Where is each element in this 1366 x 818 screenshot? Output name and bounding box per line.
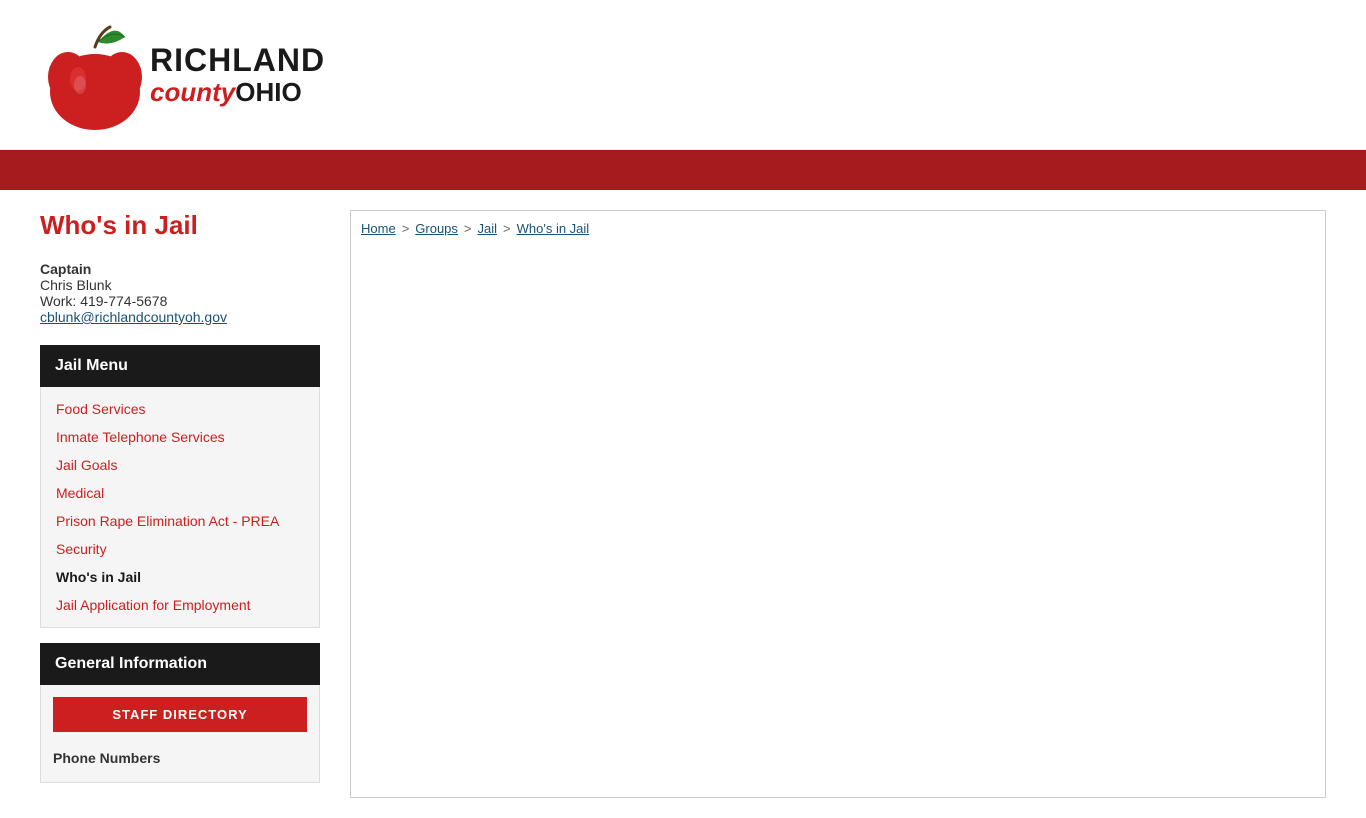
general-info-section: General Information STAFF DIRECTORY Phon… — [40, 643, 320, 783]
logo-richland: RICHLAND — [150, 43, 325, 78]
site-header: RICHLAND countyOHIO — [0, 0, 1366, 150]
contact-role: Captain — [40, 261, 320, 277]
logo-icon — [40, 17, 150, 132]
jail-menu-body: Food Services Inmate Telephone Services … — [40, 387, 320, 628]
contact-work: Work: 419-774-5678 — [40, 293, 320, 309]
breadcrumb: Home > Groups > Jail > Who's in Jail — [351, 211, 1325, 251]
contact-section: Captain Chris Blunk Work: 419-774-5678 c… — [40, 261, 320, 325]
menu-item-whos-in-jail[interactable]: Who's in Jail — [41, 563, 319, 591]
menu-item-medical[interactable]: Medical — [41, 479, 319, 507]
breadcrumb-sep-1: > — [402, 221, 410, 236]
menu-item-jail-goals[interactable]: Jail Goals — [41, 451, 319, 479]
menu-item-food-services[interactable]: Food Services — [41, 395, 319, 423]
breadcrumb-current[interactable]: Who's in Jail — [517, 221, 590, 236]
general-info-header: General Information — [40, 643, 320, 685]
breadcrumb-home[interactable]: Home — [361, 221, 396, 236]
breadcrumb-sep-3: > — [503, 221, 511, 236]
general-info-body: STAFF DIRECTORY Phone Numbers — [40, 685, 320, 783]
page-title: Who's in Jail — [40, 210, 320, 241]
logo-county: county — [150, 77, 235, 107]
menu-item-security[interactable]: Security — [41, 535, 319, 563]
logo-container[interactable]: RICHLAND countyOHIO — [40, 17, 325, 132]
navigation-bar — [0, 150, 1366, 190]
breadcrumb-sep-2: > — [464, 221, 472, 236]
content-area: Home > Groups > Jail > Who's in Jail — [350, 210, 1326, 798]
phone-numbers-label: Phone Numbers — [53, 750, 307, 770]
breadcrumb-jail[interactable]: Jail — [478, 221, 498, 236]
contact-name: Chris Blunk — [40, 277, 320, 293]
jail-menu-header: Jail Menu — [40, 345, 320, 387]
logo-text: RICHLAND countyOHIO — [150, 43, 325, 107]
breadcrumb-groups[interactable]: Groups — [415, 221, 458, 236]
jail-menu: Jail Menu Food Services Inmate Telephone… — [40, 345, 320, 628]
contact-email[interactable]: cblunk@richlandcountyoh.gov — [40, 309, 227, 325]
menu-item-telephone[interactable]: Inmate Telephone Services — [41, 423, 319, 451]
menu-item-employment[interactable]: Jail Application for Employment — [41, 591, 319, 619]
logo-ohio: OHIO — [235, 77, 301, 107]
menu-item-prea[interactable]: Prison Rape Elimination Act - PREA — [41, 507, 319, 535]
staff-directory-button[interactable]: STAFF DIRECTORY — [53, 697, 307, 732]
main-wrapper: Who's in Jail Captain Chris Blunk Work: … — [0, 190, 1366, 818]
sidebar: Who's in Jail Captain Chris Blunk Work: … — [40, 210, 320, 798]
